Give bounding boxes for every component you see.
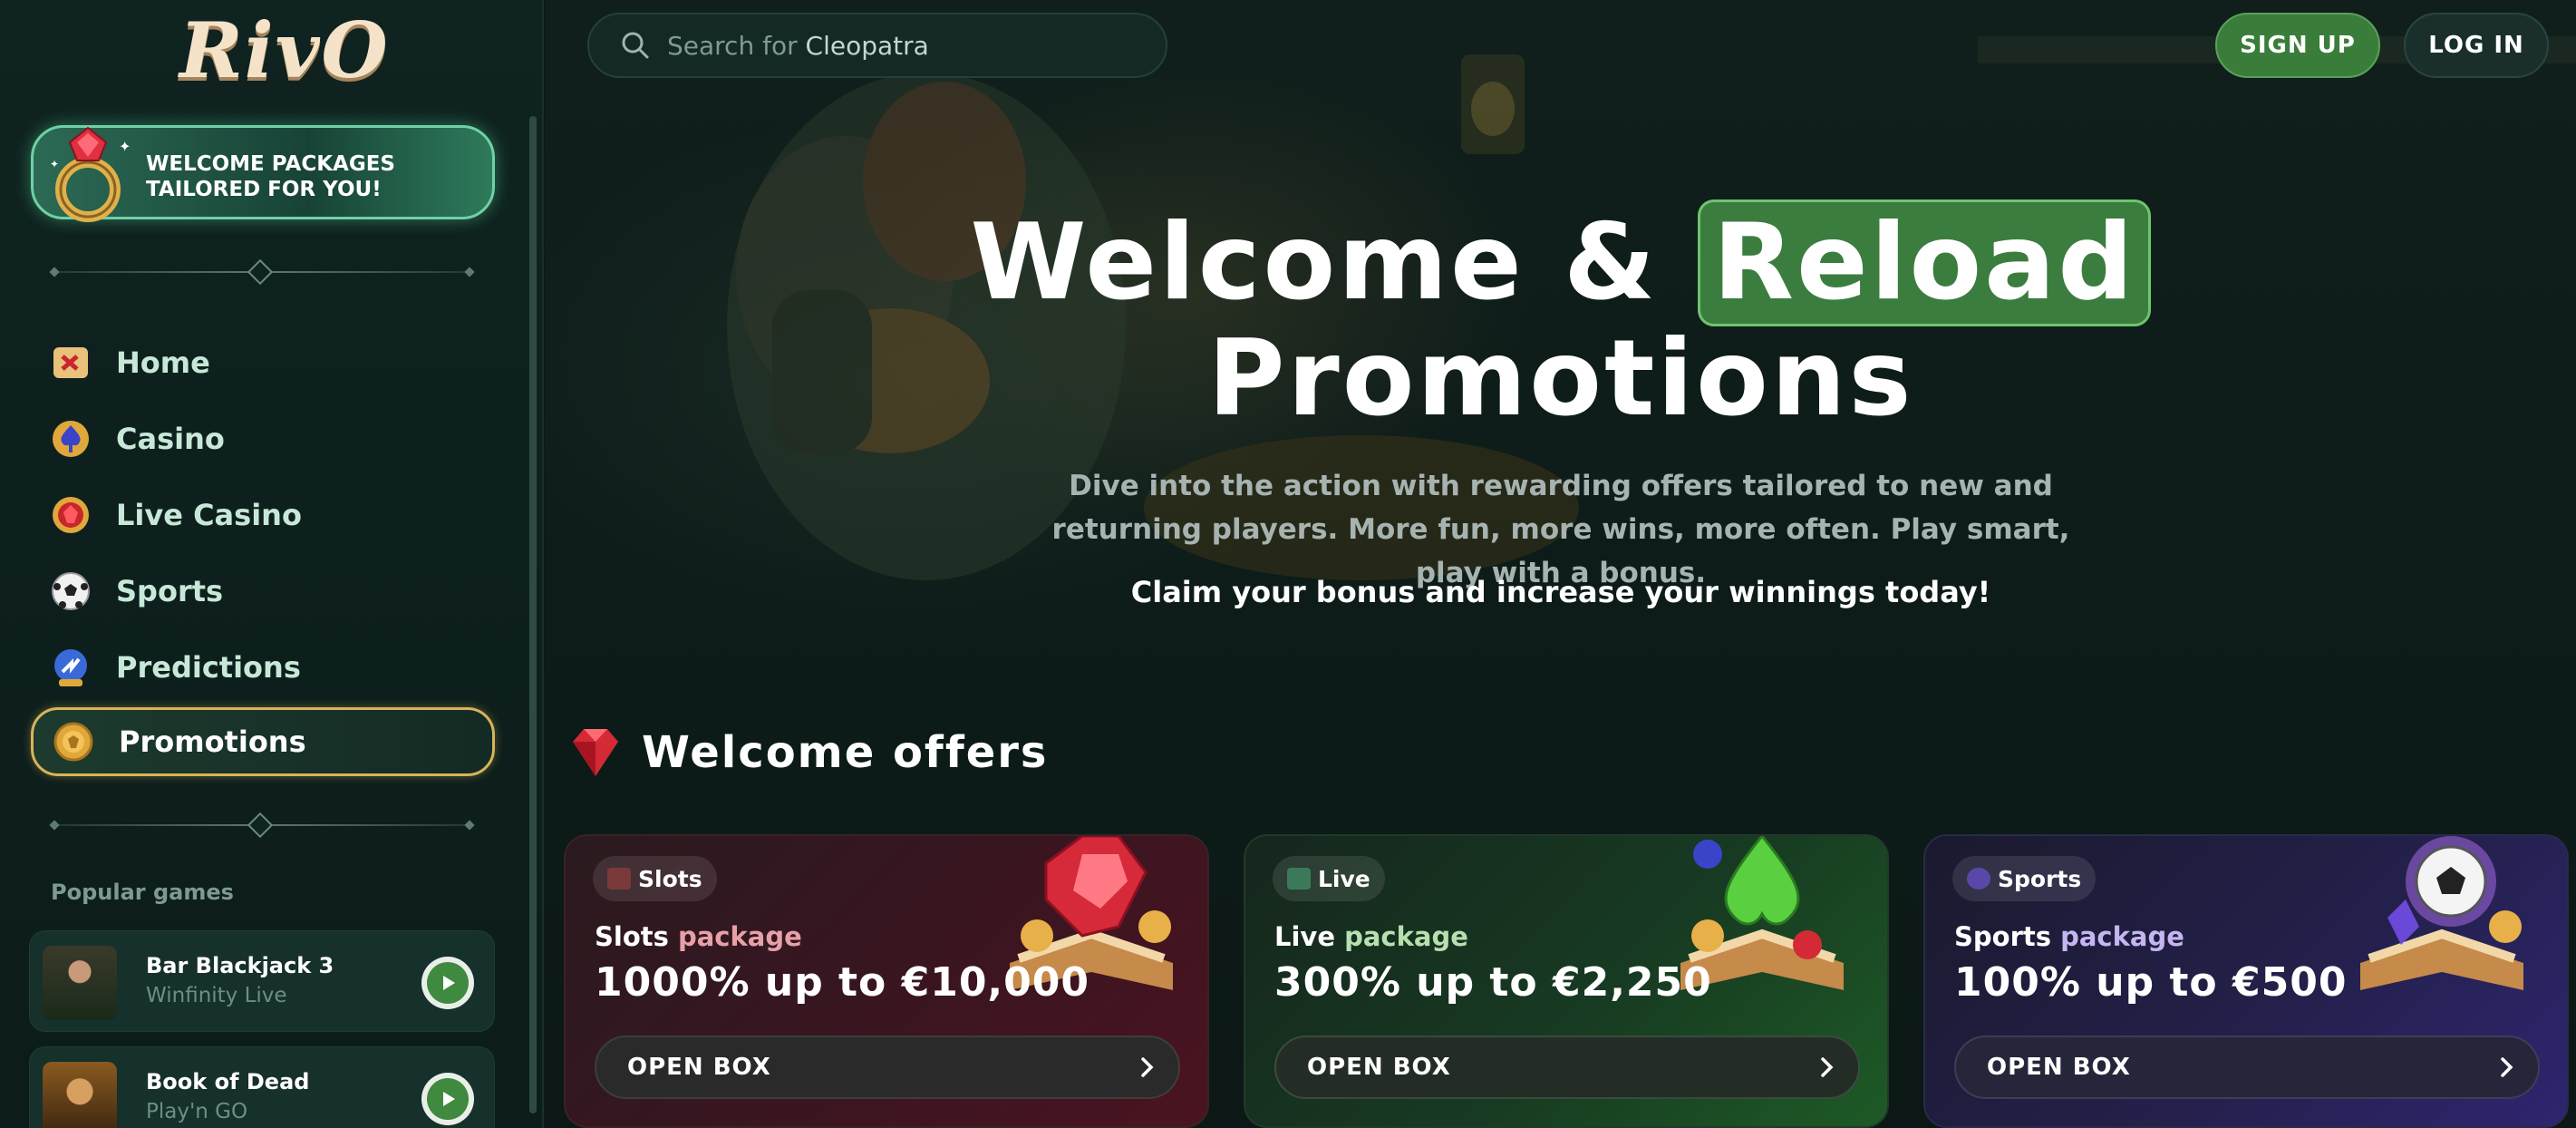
sidebar-item-label: Casino xyxy=(116,422,225,456)
hero-claim-text: Claim your bonus and increase your winni… xyxy=(1130,575,1991,609)
bonus-amount: 1000% up to €10,000 xyxy=(595,959,1089,1006)
log-in-button[interactable]: LOG IN xyxy=(2404,13,2549,78)
map-scroll-icon xyxy=(49,341,92,384)
sidebar-item-promotions[interactable]: Promotions xyxy=(31,707,495,776)
sports-ball-icon xyxy=(1967,868,1990,890)
category-badge: Live xyxy=(1273,856,1385,901)
game-provider: Play'n GO xyxy=(146,1100,248,1123)
play-icon xyxy=(443,1092,455,1106)
game-thumbnail xyxy=(43,946,117,1020)
welcome-banner-text: WELCOME PACKAGES TAILORED FOR YOU! xyxy=(146,152,395,201)
soccer-book-icon xyxy=(2360,836,2523,990)
game-thumbnail xyxy=(43,1062,117,1128)
package-name: Slots package xyxy=(595,921,802,952)
popular-games-title: Popular games xyxy=(51,880,234,905)
hero-title-highlight: Reload xyxy=(1697,199,2152,326)
chevron-right-icon xyxy=(2501,1057,2513,1077)
bonus-amount: 300% up to €2,250 xyxy=(1274,959,1712,1006)
welcome-packages-banner[interactable]: ✦ ✦ WELCOME PACKAGES TAILORED FOR YOU! xyxy=(31,125,495,222)
crystal-ball-icon xyxy=(49,646,92,689)
sidebar: RivO ✦ ✦ WELCOME PACKAGES TAILORED FOR Y… xyxy=(0,0,544,1128)
open-box-button[interactable]: OPEN BOX xyxy=(595,1036,1180,1099)
main-content: Search for Cleopatra SIGN UP LOG IN Welc… xyxy=(546,0,2576,1128)
open-box-button[interactable]: OPEN BOX xyxy=(1954,1036,2540,1099)
game-name: Book of Dead xyxy=(146,1069,310,1094)
search-icon xyxy=(622,32,649,59)
sign-up-button[interactable]: SIGN UP xyxy=(2215,13,2380,78)
sidebar-item-label: Sports xyxy=(116,574,224,608)
search-input[interactable]: Search for Cleopatra xyxy=(587,13,1167,78)
live-chips-icon xyxy=(1287,868,1311,890)
sidebar-item-predictions[interactable]: Predictions xyxy=(31,633,495,702)
game-provider: Winfinity Live xyxy=(146,984,287,1007)
ornament-divider xyxy=(49,812,475,839)
svg-text:✦: ✦ xyxy=(50,158,59,170)
svg-text:✦: ✦ xyxy=(119,138,131,155)
ruby-chip-icon xyxy=(49,493,92,537)
diamond-ring-icon: ✦ ✦ xyxy=(50,126,131,222)
offer-card-slots[interactable]: Slots Slots package 1000% up to €10,000 … xyxy=(564,834,1209,1128)
sidebar-item-label: Live Casino xyxy=(116,498,302,532)
offer-card-live[interactable]: Live Live package 300% up to €2,250 OPEN… xyxy=(1244,834,1889,1128)
rivo-logo[interactable]: RivO xyxy=(179,5,390,95)
sidebar-item-live-casino[interactable]: Live Casino xyxy=(31,481,495,549)
package-name: Live package xyxy=(1274,921,1468,952)
game-card[interactable]: Book of Dead Play'n GO xyxy=(29,1046,495,1128)
ornament-divider xyxy=(49,258,475,286)
bonus-amount: 100% up to €500 xyxy=(1954,959,2348,1006)
sidebar-item-sports[interactable]: Sports xyxy=(31,557,495,626)
sidebar-item-label: Predictions xyxy=(116,650,301,685)
sidebar-item-casino[interactable]: Casino xyxy=(31,404,495,473)
category-badge: Slots xyxy=(593,856,717,901)
game-card[interactable]: Bar Blackjack 3 Winfinity Live xyxy=(29,930,495,1032)
play-button[interactable] xyxy=(421,957,474,1009)
search-placeholder: Search for Cleopatra xyxy=(667,30,929,61)
ruby-icon xyxy=(573,729,618,776)
package-name: Sports package xyxy=(1954,921,2184,952)
hero-title-line1: Welcome & Reload xyxy=(546,199,2576,326)
sidebar-item-label: Home xyxy=(116,345,210,380)
play-icon xyxy=(443,976,455,990)
gold-coin-icon xyxy=(52,720,95,763)
open-box-button[interactable]: OPEN BOX xyxy=(1274,1036,1860,1099)
chevron-right-icon xyxy=(1141,1057,1154,1077)
chevron-right-icon xyxy=(1821,1057,1834,1077)
game-name: Bar Blackjack 3 xyxy=(146,953,334,978)
spade-icon xyxy=(49,417,92,461)
sidebar-scrollbar[interactable] xyxy=(529,116,537,1113)
sidebar-item-label: Promotions xyxy=(119,724,306,759)
hero-title-line2: Promotions xyxy=(1207,317,1914,440)
category-badge: Sports xyxy=(1952,856,2097,901)
offer-card-sports[interactable]: Sports Sports package 100% up to €500 OP… xyxy=(1923,834,2569,1128)
welcome-offers-heading: Welcome offers xyxy=(566,725,1049,780)
slot-machine-icon xyxy=(607,868,631,890)
soccer-ball-icon xyxy=(49,569,92,613)
sidebar-item-home[interactable]: Home xyxy=(31,328,495,397)
play-button[interactable] xyxy=(421,1073,474,1125)
